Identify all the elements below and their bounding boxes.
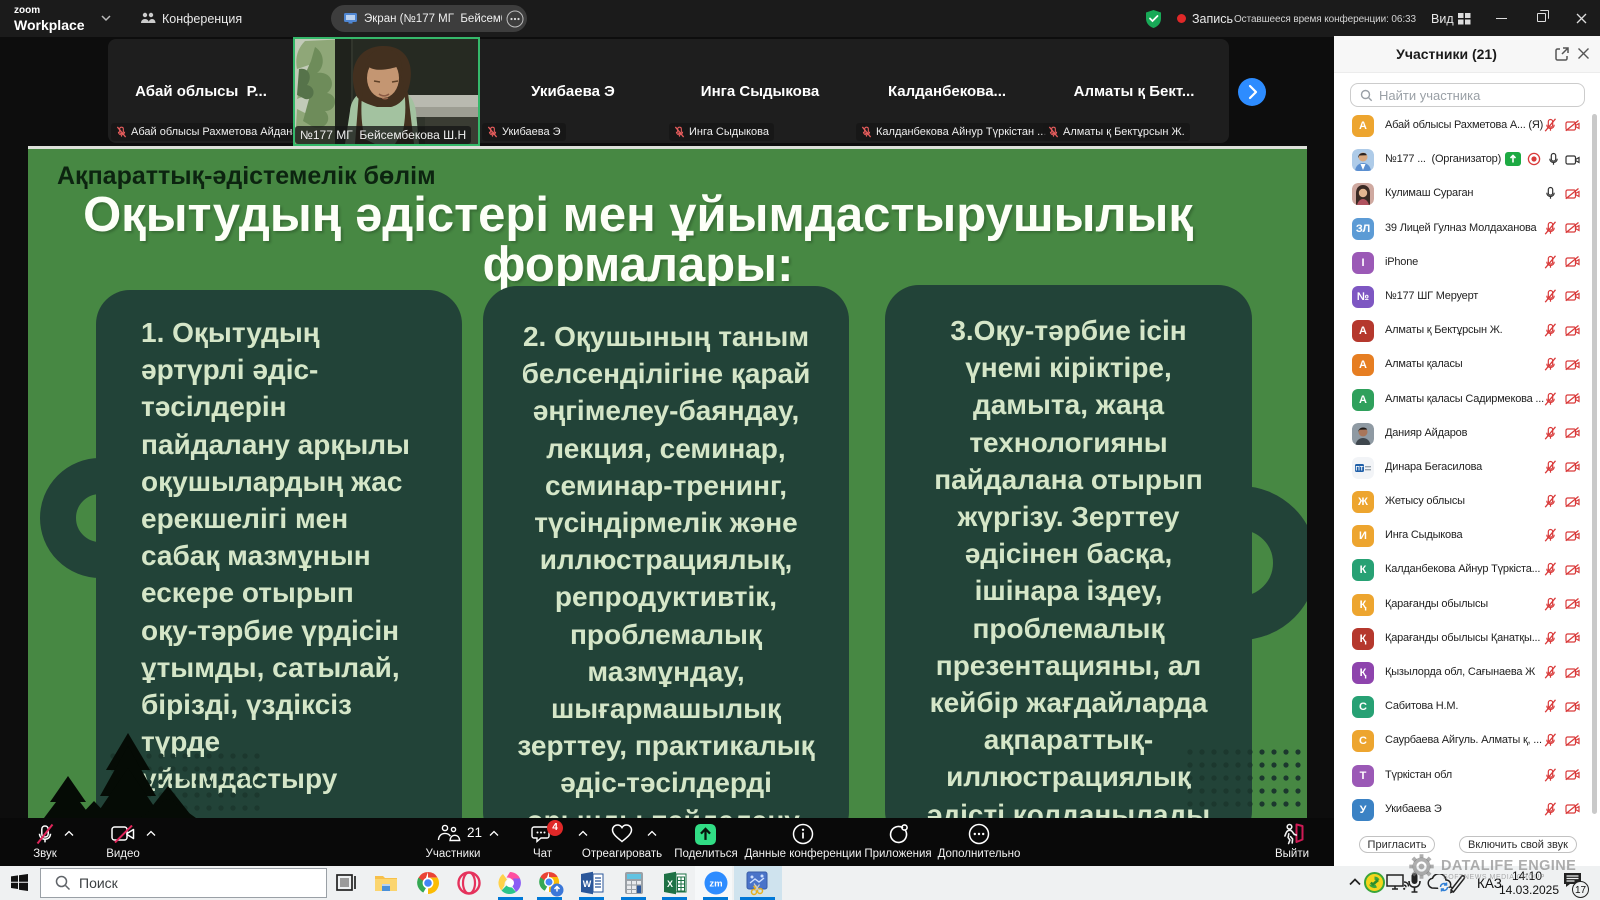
- svg-text:zm: zm: [709, 879, 722, 890]
- svg-text:X: X: [667, 879, 673, 889]
- svg-text:W: W: [583, 879, 592, 889]
- svg-text:ПТ: ПТ: [1356, 466, 1364, 472]
